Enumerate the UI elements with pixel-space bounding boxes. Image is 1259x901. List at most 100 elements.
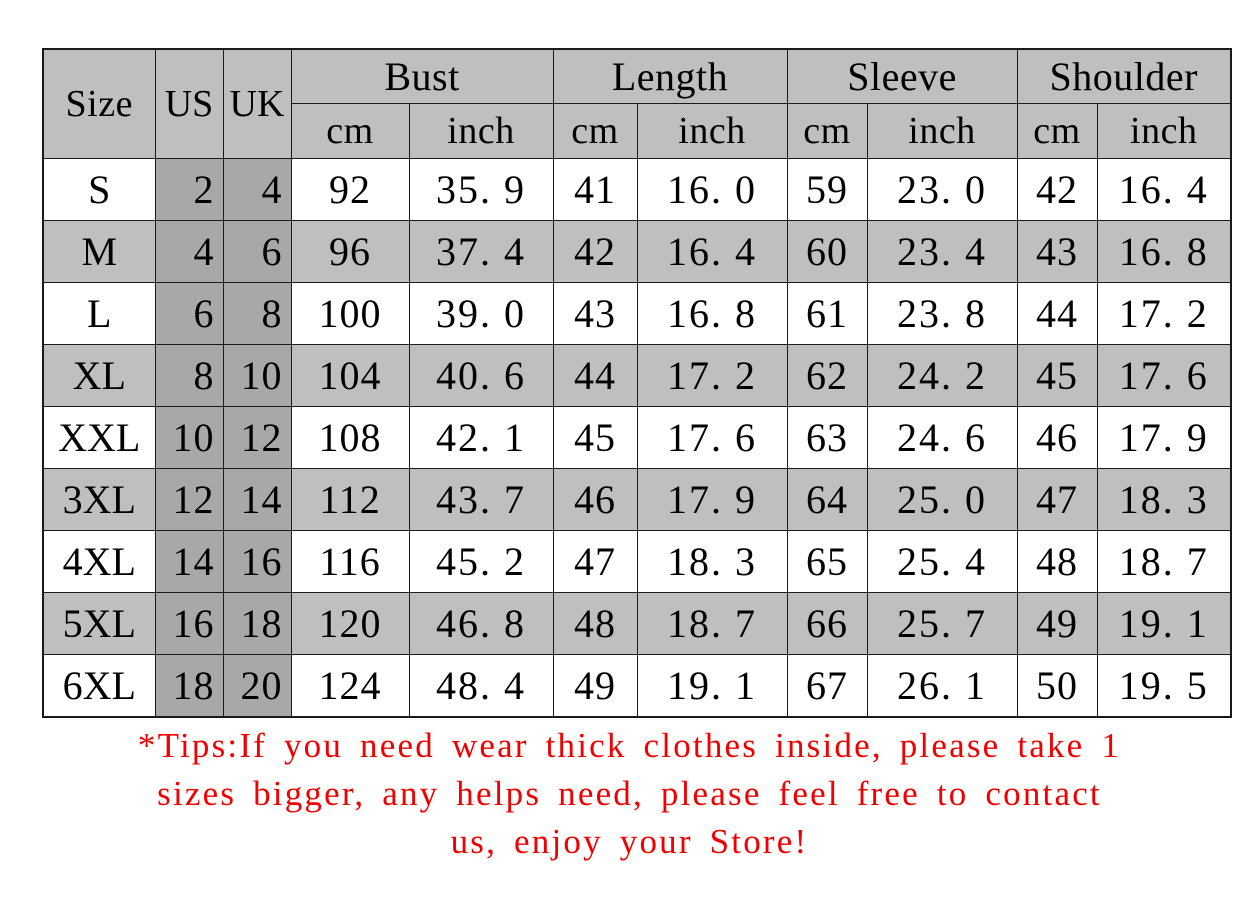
cell-bust-inch: 48. 4: [408, 654, 554, 718]
cell-shoulder-inch: 16. 8: [1096, 220, 1232, 283]
cell-bust-inch: 35. 9: [408, 158, 554, 221]
header-row-groups: Size US UK Bust Length Sleeve Shoulder: [42, 48, 1232, 159]
header-us: US: [154, 48, 224, 159]
cell-us: 12: [154, 468, 224, 531]
cell-bust-cm: 100: [290, 282, 410, 345]
cell-sleeve-cm: 62: [786, 344, 868, 407]
size-chart-table: Size US UK Bust Length Sleeve Shoulder c…: [42, 48, 1233, 718]
cell-length-cm: 45: [552, 406, 638, 469]
cell-us: 10: [154, 406, 224, 469]
header-shoulder-cm: cm: [1016, 103, 1098, 159]
tips-line: us, enjoy your Store!: [450, 822, 809, 861]
cell-size: 6XL: [42, 654, 156, 718]
cell-shoulder-inch: 16. 4: [1096, 158, 1232, 221]
cell-length-cm: 48: [552, 592, 638, 655]
cell-sleeve-cm: 59: [786, 158, 868, 221]
cell-length-cm: 44: [552, 344, 638, 407]
cell-us: 2: [154, 158, 224, 221]
tips-line: *Tips:If you need wear thick clothes ins…: [137, 726, 1122, 765]
cell-shoulder-cm: 44: [1016, 282, 1098, 345]
header-length-inch: inch: [636, 103, 788, 159]
header-group-sleeve: Sleeve: [786, 48, 1018, 104]
cell-sleeve-cm: 60: [786, 220, 868, 283]
cell-us: 4: [154, 220, 224, 283]
header-bust-inch: inch: [408, 103, 554, 159]
cell-length-inch: 17. 6: [636, 406, 788, 469]
table-row: M 4 6 96 37. 4 42 16. 4 60 23. 4 43 16. 8: [42, 220, 1232, 283]
cell-sleeve-cm: 65: [786, 530, 868, 593]
cell-us: 16: [154, 592, 224, 655]
cell-sleeve-inch: 24. 2: [866, 344, 1018, 407]
cell-shoulder-cm: 43: [1016, 220, 1098, 283]
cell-bust-cm: 120: [290, 592, 410, 655]
cell-uk: 18: [222, 592, 292, 655]
tips-line: sizes bigger, any helps need, please fee…: [157, 774, 1102, 813]
cell-length-cm: 49: [552, 654, 638, 718]
cell-sleeve-inch: 26. 1: [866, 654, 1018, 718]
cell-bust-cm: 112: [290, 468, 410, 531]
cell-length-inch: 18. 7: [636, 592, 788, 655]
cell-bust-cm: 96: [290, 220, 410, 283]
header-uk: UK: [222, 48, 292, 159]
size-chart-page: Size US UK Bust Length Sleeve Shoulder c…: [0, 0, 1259, 901]
header-length-cm: cm: [552, 103, 638, 159]
cell-bust-cm: 104: [290, 344, 410, 407]
cell-size: M: [42, 220, 156, 283]
table-header: Size US UK Bust Length Sleeve Shoulder c…: [42, 48, 1232, 159]
cell-shoulder-cm: 48: [1016, 530, 1098, 593]
cell-shoulder-cm: 50: [1016, 654, 1098, 718]
table-row: S 2 4 92 35. 9 41 16. 0 59 23. 0 42 16. 4: [42, 158, 1232, 221]
cell-size: 3XL: [42, 468, 156, 531]
cell-shoulder-inch: 17. 2: [1096, 282, 1232, 345]
header-group-bust: Bust: [290, 48, 554, 104]
table-row: XXL 10 12 108 42. 1 45 17. 6 63 24. 6 46 17. 9: [42, 406, 1232, 469]
cell-length-cm: 41: [552, 158, 638, 221]
table-row: 4XL 14 16 116 45. 2 47 18. 3 65 25. 4 48 18. 7: [42, 530, 1232, 593]
cell-bust-inch: 46. 8: [408, 592, 554, 655]
cell-length-inch: 17. 9: [636, 468, 788, 531]
table-row: 6XL 18 20 124 48. 4 49 19. 1 67 26. 1 50 19. 5: [42, 654, 1232, 718]
cell-length-inch: 19. 1: [636, 654, 788, 718]
cell-bust-inch: 40. 6: [408, 344, 554, 407]
cell-size: 4XL: [42, 530, 156, 593]
cell-bust-cm: 116: [290, 530, 410, 593]
cell-length-inch: 16. 4: [636, 220, 788, 283]
cell-sleeve-inch: 23. 4: [866, 220, 1018, 283]
table-row: L 6 8 100 39. 0 43 16. 8 61 23. 8 44 17. 2: [42, 282, 1232, 345]
cell-uk: 8: [222, 282, 292, 345]
cell-sleeve-inch: 24. 6: [866, 406, 1018, 469]
cell-length-inch: 17. 2: [636, 344, 788, 407]
cell-shoulder-inch: 19. 1: [1096, 592, 1232, 655]
cell-size: XL: [42, 344, 156, 407]
cell-shoulder-cm: 46: [1016, 406, 1098, 469]
cell-shoulder-inch: 17. 9: [1096, 406, 1232, 469]
size-chart-container: Size US UK Bust Length Sleeve Shoulder c…: [42, 48, 1233, 718]
cell-shoulder-inch: 17. 6: [1096, 344, 1232, 407]
cell-bust-inch: 45. 2: [408, 530, 554, 593]
table-row: 5XL 16 18 120 46. 8 48 18. 7 66 25. 7 49 19. 1: [42, 592, 1232, 655]
cell-us: 6: [154, 282, 224, 345]
cell-size: XXL: [42, 406, 156, 469]
cell-size: S: [42, 158, 156, 221]
cell-sleeve-inch: 23. 0: [866, 158, 1018, 221]
cell-us: 8: [154, 344, 224, 407]
cell-size: L: [42, 282, 156, 345]
cell-sleeve-inch: 25. 7: [866, 592, 1018, 655]
cell-uk: 16: [222, 530, 292, 593]
cell-length-cm: 42: [552, 220, 638, 283]
header-sleeve-cm: cm: [786, 103, 868, 159]
cell-length-inch: 16. 8: [636, 282, 788, 345]
cell-uk: 4: [222, 158, 292, 221]
cell-sleeve-cm: 61: [786, 282, 868, 345]
header-size: Size: [42, 48, 156, 159]
cell-shoulder-cm: 47: [1016, 468, 1098, 531]
cell-uk: 6: [222, 220, 292, 283]
cell-sleeve-cm: 64: [786, 468, 868, 531]
cell-bust-cm: 108: [290, 406, 410, 469]
cell-uk: 10: [222, 344, 292, 407]
cell-sleeve-inch: 23. 8: [866, 282, 1018, 345]
cell-size: 5XL: [42, 592, 156, 655]
cell-uk: 12: [222, 406, 292, 469]
cell-length-cm: 46: [552, 468, 638, 531]
cell-bust-inch: 42. 1: [408, 406, 554, 469]
